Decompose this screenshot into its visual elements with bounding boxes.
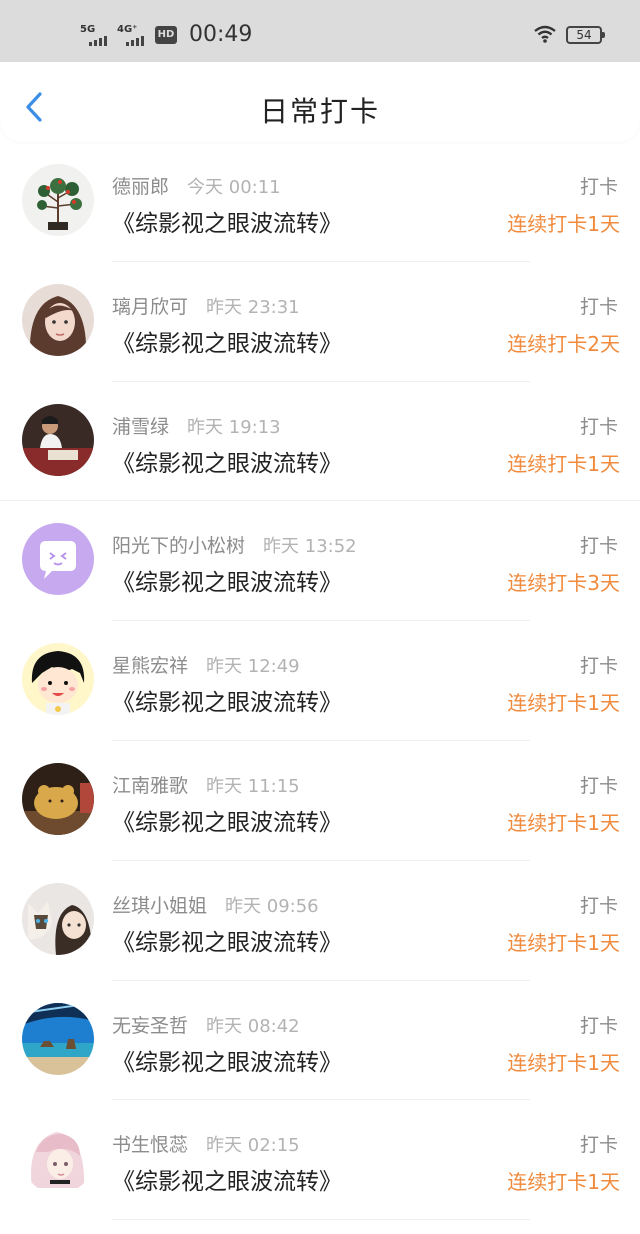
checkin-item[interactable]: 阳光下的小松树 昨天 13:52 《综影视之眼波流转》 打卡 连续打卡3天 — [0, 501, 640, 621]
checkin-item[interactable]: 星熊宏祥 昨天 12:49 《综影视之眼波流转》 打卡 连续打卡1天 — [0, 621, 640, 741]
book-title[interactable]: 《综影视之眼波流转》 — [112, 683, 342, 717]
avatar[interactable] — [22, 882, 94, 955]
hd-voice-icon: HD — [155, 26, 177, 44]
checkin-tag: 打卡 — [579, 415, 618, 438]
checkin-tag: 打卡 — [579, 295, 618, 318]
signal-strength-icon-2 — [126, 36, 144, 46]
book-title[interactable]: 《综影视之眼波流转》 — [112, 204, 342, 238]
avatar[interactable] — [22, 523, 94, 596]
book-title[interactable]: 《综影视之眼波流转》 — [112, 1043, 342, 1077]
status-bar: 5G 4G⁺ HD 00:49 54 — [0, 0, 640, 62]
page-title: 日常打卡 — [259, 95, 380, 128]
battery-icon: 54 — [566, 26, 605, 44]
checkin-item[interactable]: 德丽郎 今天 00:11 《综影视之眼波流转》 打卡 连续打卡1天 — [0, 142, 640, 262]
streak-label: 连续打卡1天 — [507, 1050, 620, 1075]
checkin-time: 昨天 23:31 — [206, 296, 300, 318]
avatar[interactable] — [22, 164, 94, 236]
signal-label-1: 5G — [80, 24, 96, 35]
streak-label: 连续打卡1天 — [507, 810, 620, 835]
streak-label: 连续打卡1天 — [507, 691, 620, 716]
book-title[interactable]: 《综影视之眼波流转》 — [112, 803, 342, 837]
signal-label-2: 4G⁺ — [117, 24, 138, 35]
checkin-time: 昨天 13:52 — [263, 536, 357, 558]
signal-strength-icon — [89, 36, 107, 46]
book-title[interactable]: 《综影视之眼波流转》 — [112, 324, 342, 358]
avatar[interactable] — [22, 403, 94, 476]
streak-label: 连续打卡2天 — [507, 331, 620, 356]
avatar[interactable] — [22, 283, 94, 356]
book-title[interactable]: 《综影视之眼波流转》 — [112, 563, 342, 597]
checkin-list: 德丽郎 今天 00:11 《综影视之眼波流转》 打卡 连续打卡1天 璃月欣可 昨天 … — [0, 142, 640, 1220]
checkin-tag: 打卡 — [579, 1134, 618, 1157]
checkin-time: 今天 00:11 — [187, 177, 281, 198]
avatar[interactable] — [22, 1002, 94, 1075]
status-time: 00:49 — [189, 22, 253, 47]
streak-label: 连续打卡1天 — [507, 212, 620, 236]
checkin-item[interactable]: 无妄圣哲 昨天 08:42 《综影视之眼波流转》 打卡 连续打卡1天 — [0, 981, 640, 1101]
checkin-item[interactable]: 江南雅歌 昨天 11:15 《综影视之眼波流转》 打卡 连续打卡1天 — [0, 741, 640, 861]
checkin-item[interactable]: 丝琪小姐姐 昨天 09:56 《综影视之眼波流转》 打卡 连续打卡1天 — [0, 861, 640, 981]
checkin-tag: 打卡 — [579, 655, 618, 678]
user-name[interactable]: 阳光下的小松树 — [112, 535, 245, 557]
streak-label: 连续打卡3天 — [507, 571, 620, 596]
battery-level: 54 — [576, 28, 592, 42]
checkin-tag: 打卡 — [579, 1014, 618, 1037]
user-name[interactable]: 书生恨蕊 — [112, 1134, 188, 1156]
checkin-tag: 打卡 — [579, 894, 618, 917]
user-name[interactable]: 德丽郎 — [112, 176, 169, 198]
user-name[interactable]: 璃月欣可 — [112, 296, 188, 318]
checkin-item[interactable]: 浦雪绿 昨天 19:13 《综影视之眼波流转》 打卡 连续打卡1天 — [0, 382, 640, 502]
wifi-icon — [534, 25, 556, 43]
checkin-tag: 打卡 — [579, 535, 618, 558]
streak-label: 连续打卡1天 — [507, 1170, 620, 1195]
user-name[interactable]: 无妄圣哲 — [112, 1015, 188, 1037]
checkin-time: 昨天 11:15 — [206, 775, 300, 797]
book-title[interactable]: 《综影视之眼波流转》 — [112, 1162, 342, 1196]
user-name[interactable]: 江南雅歌 — [112, 775, 188, 797]
user-name[interactable]: 浦雪绿 — [112, 416, 169, 438]
book-title[interactable]: 《综影视之眼波流转》 — [112, 444, 342, 478]
checkin-item[interactable]: 璃月欣可 昨天 23:31 《综影视之眼波流转》 打卡 连续打卡2天 — [0, 262, 640, 382]
checkin-time: 昨天 19:13 — [187, 416, 281, 438]
streak-label: 连续打卡1天 — [507, 930, 620, 955]
user-name[interactable]: 丝琪小姐姐 — [112, 895, 207, 917]
checkin-tag: 打卡 — [579, 774, 618, 797]
checkin-time: 昨天 12:49 — [206, 656, 300, 678]
avatar[interactable] — [22, 762, 94, 835]
checkin-tag: 打卡 — [579, 176, 618, 198]
checkin-time: 昨天 08:42 — [206, 1015, 300, 1037]
book-title[interactable]: 《综影视之眼波流转》 — [112, 923, 342, 957]
nav-bar: 日常打卡 — [0, 62, 640, 142]
checkin-time: 昨天 02:15 — [206, 1135, 300, 1157]
avatar[interactable] — [22, 643, 94, 716]
checkin-item[interactable]: 书生恨蕊 昨天 02:15 《综影视之眼波流转》 打卡 连续打卡1天 — [0, 1100, 640, 1220]
checkin-time: 昨天 09:56 — [225, 895, 319, 917]
user-name[interactable]: 星熊宏祥 — [112, 655, 188, 677]
avatar[interactable] — [22, 1122, 94, 1195]
streak-label: 连续打卡1天 — [507, 451, 620, 476]
